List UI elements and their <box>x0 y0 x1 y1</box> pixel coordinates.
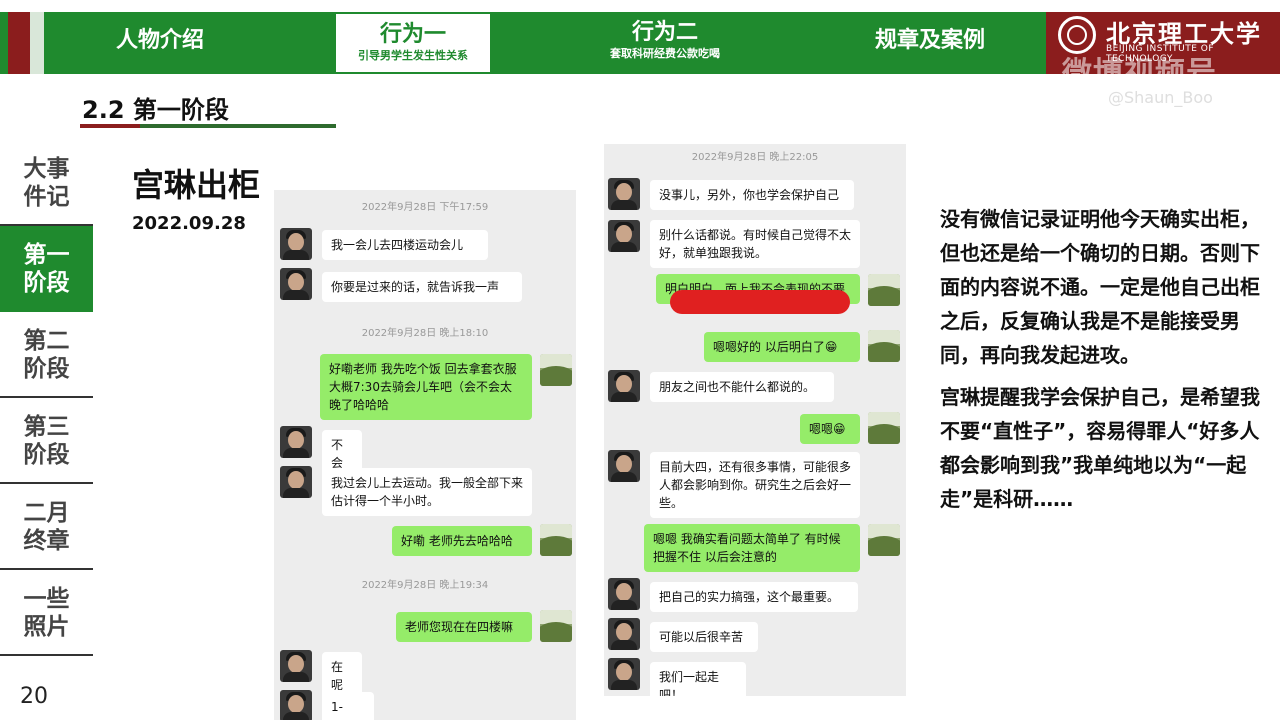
page-number: 20 <box>20 684 48 709</box>
section-underline-accent <box>80 124 140 128</box>
top-navigation: 人物介绍 行为一 引导男学生发生性关系 行为二 套取科研经费公款吃喝 规章及案例… <box>0 0 1280 91</box>
contact-avatar <box>280 426 312 458</box>
chat-message-incoming: 我们一起走吧！ <box>650 662 746 696</box>
chat-message-incoming: 你要是过来的话，就告诉我一声 <box>322 272 522 302</box>
tab-people-intro[interactable]: 人物介绍 <box>60 12 260 74</box>
chat-screenshot-right: 2022年9月28日 晚上22:05 没事儿，另外，你也学会保护自己 别什么话都… <box>604 144 906 696</box>
chat-message-incoming: 目前大四，还有很多事情，可能很多人都会影响到你。研究生之后会好一些。 <box>650 452 860 518</box>
chat-message-incoming: 把自己的实力搞强，这个最重要。 <box>650 582 858 612</box>
tab-sublabel: 引导男学生发生性关系 <box>358 49 468 62</box>
section-title: 2.2 第一阶段 <box>82 96 229 124</box>
chat-message-incoming: 朋友之间也不能什么都说的。 <box>650 372 834 402</box>
sidebar-item-label: 大事 件记 <box>23 156 70 210</box>
chat-message-outgoing: 老师您现在在四楼嘛 <box>396 612 532 642</box>
contact-avatar <box>280 268 312 300</box>
contact-avatar <box>608 370 640 402</box>
event-title: 宫琳出柜 <box>132 166 261 204</box>
contact-avatar <box>608 450 640 482</box>
contact-avatar <box>608 578 640 610</box>
sidebar-item-stage-three[interactable]: 第三 阶段 <box>0 398 93 484</box>
tab-rules-cases[interactable]: 规章及案例 <box>840 12 1020 74</box>
event-date: 2022.09.28 <box>132 213 246 234</box>
contact-avatar <box>608 618 640 650</box>
contact-avatar <box>280 650 312 682</box>
tab-sublabel: 套取科研经费公款吃喝 <box>610 47 720 60</box>
user-avatar <box>868 412 900 444</box>
video-watermark-handle: @Shaun_Boo <box>1108 88 1213 107</box>
tab-label: 规章及案例 <box>874 28 985 53</box>
contact-avatar <box>608 220 640 252</box>
sidebar-item-february-finale[interactable]: 二月 终章 <box>0 484 93 570</box>
redaction-mark <box>670 290 850 314</box>
nav-accent-red <box>8 12 30 74</box>
chat-message-incoming: 别什么话都说。有时候自己觉得不太好，就单独跟我说。 <box>650 220 860 268</box>
chat-timestamp: 2022年9月28日 晚上22:05 <box>691 152 819 163</box>
sidebar-item-timeline[interactable]: 大事 件记 <box>0 140 93 226</box>
chat-message-incoming: 我一会儿去四楼运动会儿 <box>322 230 488 260</box>
user-avatar <box>540 524 572 556</box>
chat-message-outgoing: 嗯嗯 我确实看问题太简单了 有时候把握不住 以后会注意的 <box>644 524 860 572</box>
sidebar-item-label: 第三 阶段 <box>23 414 70 468</box>
chat-message-outgoing: 好嘞 老师先去哈哈哈 <box>392 526 532 556</box>
sidebar-item-photos[interactable]: 一些 照片 <box>0 570 93 656</box>
chat-message-incoming: 没事儿，另外，你也学会保护自己 <box>650 180 854 210</box>
sidebar-item-stage-one[interactable]: 第一 阶段 <box>0 226 93 312</box>
contact-avatar <box>280 690 312 720</box>
chat-message-incoming: 可能以后很辛苦 <box>650 622 758 652</box>
user-avatar <box>868 274 900 306</box>
tab-label: 行为一 <box>379 22 446 47</box>
sidebar-item-stage-two[interactable]: 第二 阶段 <box>0 312 93 398</box>
contact-avatar <box>608 178 640 210</box>
chat-timestamp: 2022年9月28日 晚上19:34 <box>361 580 489 591</box>
chat-message-outgoing: 嗯嗯好的 以后明白了😁 <box>704 332 860 362</box>
tab-label: 行为二 <box>631 20 698 45</box>
chat-message-incoming: 我过会儿上去运动。我一般全部下来估计得一个半小时。 <box>322 468 532 516</box>
user-avatar <box>868 330 900 362</box>
sidebar-item-label: 第一 阶段 <box>23 242 70 296</box>
sidebar-item-label: 二月 终章 <box>23 500 70 554</box>
contact-avatar <box>280 228 312 260</box>
chat-timestamp: 2022年9月28日 下午17:59 <box>361 202 489 213</box>
tab-label: 人物介绍 <box>115 28 204 53</box>
chat-screenshot-left: 2022年9月28日 下午17:59 我一会儿去四楼运动会儿 你要是过来的话，就… <box>274 190 576 720</box>
user-avatar <box>540 610 572 642</box>
contact-avatar <box>280 466 312 498</box>
chat-message-incoming: 1-416 <box>322 692 374 720</box>
chat-message-outgoing: 好嘞老师 我先吃个饭 回去拿套衣服 大概7:30去骑会儿车吧（会不会太晚了哈哈哈 <box>320 354 532 420</box>
user-avatar <box>540 354 572 386</box>
chat-message-outgoing: 嗯嗯😁 <box>800 414 860 444</box>
commentary-text: 没有微信记录证明他今天确实出柜，但也还是给一个确切的日期。否则下面的内容说不通。… <box>940 202 1270 524</box>
section-underline <box>140 124 336 128</box>
tab-behavior-two[interactable]: 行为二 套取科研经费公款吃喝 <box>560 12 770 74</box>
sidebar-item-label: 一些 照片 <box>23 586 70 640</box>
nav-accent-light <box>30 12 44 74</box>
contact-avatar <box>608 658 640 690</box>
tab-behavior-one[interactable]: 行为一 引导男学生发生性关系 <box>334 12 492 74</box>
commentary-paragraph: 没有微信记录证明他今天确实出柜，但也还是给一个确切的日期。否则下面的内容说不通。… <box>940 207 1260 367</box>
sidebar-item-label: 第二 阶段 <box>23 328 70 382</box>
user-avatar <box>868 524 900 556</box>
video-watermark: 微博视频号 <box>1062 56 1217 91</box>
commentary-paragraph: 宫琳提醒我学会保护自己，是希望我不要“直性子”，容易得罪人“好多人都会影响到我”… <box>940 385 1260 511</box>
chat-timestamp: 2022年9月28日 晚上18:10 <box>361 328 489 339</box>
